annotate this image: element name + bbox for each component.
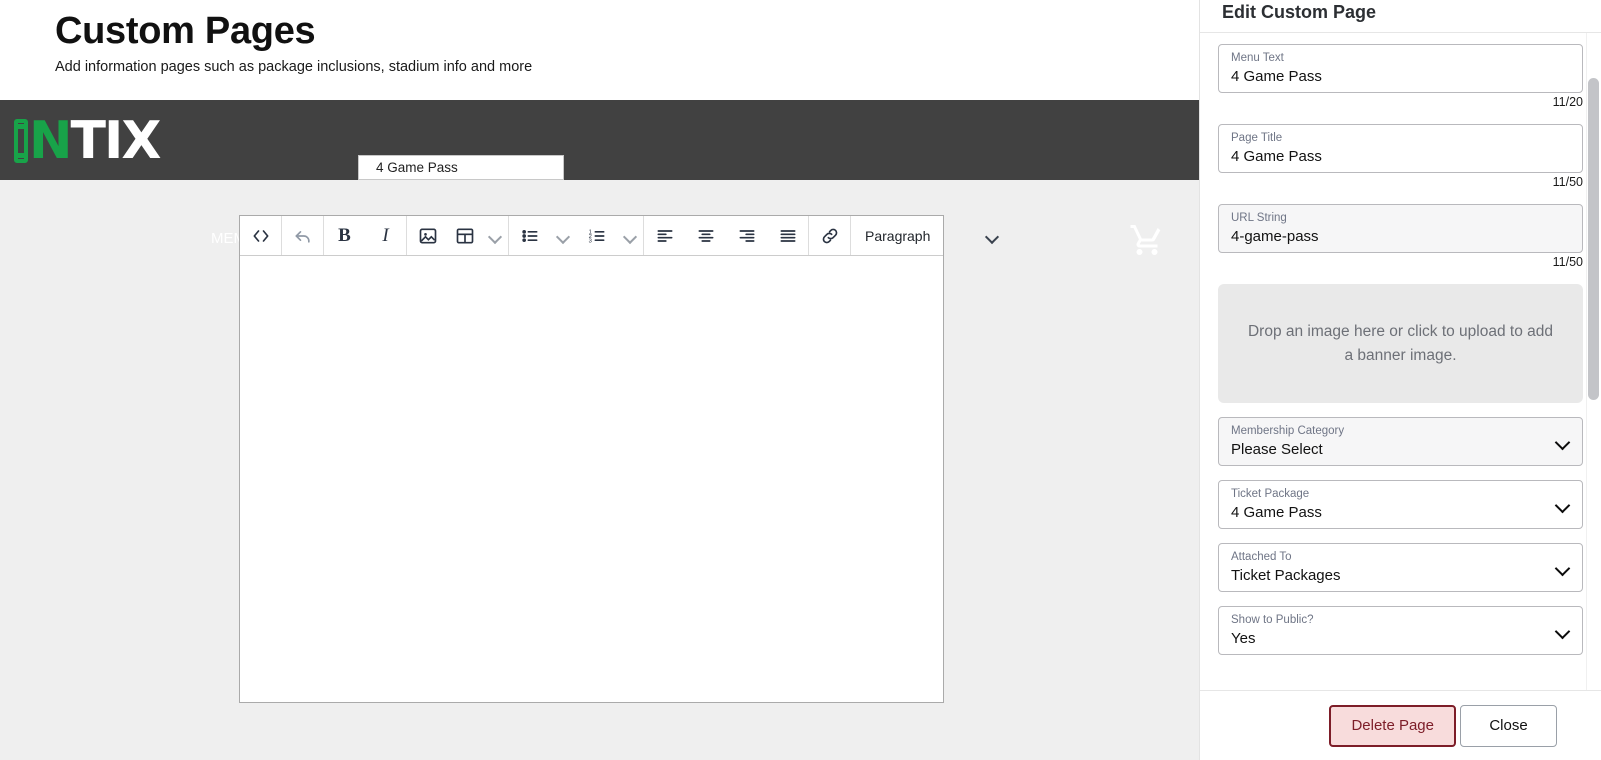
rich-text-editor: B I 1 2 3 Paragraph	[239, 215, 944, 703]
menu-text-input[interactable]: Menu Text 4 Game Pass	[1218, 44, 1583, 93]
panel-footer: Delete Page Close	[1200, 690, 1601, 760]
editor-toolbar: B I 1 2 3 Paragraph	[240, 216, 943, 256]
ticket-icon	[14, 119, 28, 163]
ticket-package-select[interactable]: Ticket Package 4 Game Pass	[1218, 480, 1583, 529]
field-page-title: Page Title 4 Game Pass 11/50	[1218, 124, 1583, 189]
nav-dropdown-item-label: 4 Game Pass	[376, 160, 458, 175]
bold-label: B	[338, 224, 351, 246]
toolbar-group-lists: 1 2 3	[509, 216, 644, 255]
field-url-string: URL String 4-game-pass 11/50	[1218, 204, 1583, 269]
toolbar-group-block-format: Paragraph	[851, 216, 1011, 255]
logo-letters-tix: TIX	[70, 111, 162, 171]
undo-icon[interactable]	[282, 216, 323, 255]
membership-category-select[interactable]: Membership Category Please Select	[1218, 417, 1583, 466]
field-menu-text: Menu Text 4 Game Pass 11/20	[1218, 44, 1583, 109]
image-icon[interactable]	[407, 216, 448, 255]
app-root: Custom Pages Add information pages such …	[0, 0, 1601, 760]
page-title-value: 4 Game Pass	[1231, 148, 1322, 165]
close-button[interactable]: Close	[1460, 704, 1557, 747]
page-header: Custom Pages Add information pages such …	[0, 0, 1199, 100]
shopping-cart-icon[interactable]	[1129, 222, 1165, 258]
close-label: Close	[1489, 717, 1528, 734]
menu-text-counter: 11/20	[1552, 95, 1583, 109]
align-justify-icon[interactable]	[767, 216, 808, 255]
align-right-icon[interactable]	[726, 216, 767, 255]
panel-title: Edit Custom Page	[1222, 2, 1377, 22]
page-title-input[interactable]: Page Title 4 Game Pass	[1218, 124, 1583, 173]
chevron-down-icon	[1556, 498, 1570, 512]
membership-category-value: Please Select	[1231, 441, 1323, 458]
chevron-down-icon	[1556, 561, 1570, 575]
menu-text-label: Menu Text	[1231, 52, 1284, 64]
toolbar-group-link	[809, 216, 851, 255]
url-string-label: URL String	[1231, 212, 1287, 224]
show-to-public-select[interactable]: Show to Public? Yes	[1218, 606, 1583, 655]
toolbar-group-source	[240, 216, 282, 255]
url-string-value: 4-game-pass	[1231, 228, 1319, 245]
chevron-down-icon	[1556, 624, 1570, 638]
italic-label: I	[382, 224, 389, 246]
page-title-label: Page Title	[1231, 132, 1283, 144]
site-navbar: N TIX MEMBERSHIP Ticket Packages CONTACT	[0, 100, 1199, 255]
table-options-chevron-down-icon[interactable]	[482, 216, 508, 255]
field-attached-to: Attached To Ticket Packages	[1218, 543, 1583, 592]
bullet-list-icon[interactable]	[509, 216, 550, 255]
logo-letter-n: N	[29, 111, 73, 171]
panel-scrollbar-track[interactable]	[1586, 33, 1601, 690]
url-string-counter: 11/50	[1552, 255, 1583, 269]
chevron-down-icon	[1556, 435, 1570, 449]
align-center-icon[interactable]	[685, 216, 726, 255]
bold-button[interactable]: B	[324, 216, 365, 255]
block-format-dropdown[interactable]: Paragraph	[851, 228, 1011, 244]
toolbar-group-insert	[407, 216, 509, 255]
numbered-list-options-chevron-down-icon[interactable]	[617, 216, 643, 255]
delete-page-label: Delete Page	[1351, 717, 1434, 734]
attached-to-label: Attached To	[1231, 551, 1292, 563]
align-left-icon[interactable]	[644, 216, 685, 255]
delete-page-button[interactable]: Delete Page	[1329, 704, 1456, 747]
banner-image-dropzone-text: Drop an image here or click to upload to…	[1247, 322, 1553, 364]
show-to-public-label: Show to Public?	[1231, 614, 1314, 626]
attached-to-select[interactable]: Attached To Ticket Packages	[1218, 543, 1583, 592]
url-string-input[interactable]: URL String 4-game-pass	[1218, 204, 1583, 253]
chevron-down-icon	[985, 229, 999, 243]
block-format-label: Paragraph	[865, 227, 931, 244]
toolbar-group-inline-format: B I	[324, 216, 407, 255]
svg-text:3: 3	[588, 238, 591, 244]
intix-logo[interactable]: N TIX	[14, 111, 162, 171]
toolbar-group-alignment	[644, 216, 809, 255]
ticket-package-label: Ticket Package	[1231, 488, 1310, 500]
field-membership-category: Membership Category Please Select	[1218, 417, 1583, 466]
panel-body: Menu Text 4 Game Pass 11/20 Page Title 4…	[1200, 33, 1601, 690]
toolbar-group-history	[282, 216, 324, 255]
field-show-to-public: Show to Public? Yes	[1218, 606, 1583, 655]
numbered-list-icon[interactable]: 1 2 3	[576, 216, 617, 255]
page-title: Custom Pages	[55, 10, 316, 52]
bullet-list-options-chevron-down-icon[interactable]	[550, 216, 576, 255]
nav-dropdown-item-4-game-pass[interactable]: 4 Game Pass	[358, 155, 564, 180]
field-ticket-package: Ticket Package 4 Game Pass	[1218, 480, 1583, 529]
page-title-counter: 11/50	[1552, 175, 1583, 189]
banner-image-dropzone[interactable]: Drop an image here or click to upload to…	[1218, 284, 1583, 403]
page-subtitle: Add information pages such as package in…	[55, 59, 533, 75]
panel-header: Edit Custom Page	[1200, 0, 1601, 33]
membership-category-label: Membership Category	[1231, 425, 1345, 437]
edit-custom-page-panel: Edit Custom Page Menu Text 4 Game Pass 1…	[1199, 0, 1601, 760]
ticket-package-value: 4 Game Pass	[1231, 504, 1322, 521]
menu-text-value: 4 Game Pass	[1231, 68, 1322, 85]
panel-scrollbar-thumb[interactable]	[1588, 78, 1599, 400]
table-icon[interactable]	[448, 216, 482, 255]
show-to-public-value: Yes	[1231, 630, 1256, 647]
attached-to-value: Ticket Packages	[1231, 567, 1341, 584]
link-icon[interactable]	[809, 216, 850, 255]
italic-button[interactable]: I	[365, 216, 406, 255]
editor-content-area[interactable]	[240, 256, 943, 702]
source-code-icon[interactable]	[240, 216, 281, 255]
